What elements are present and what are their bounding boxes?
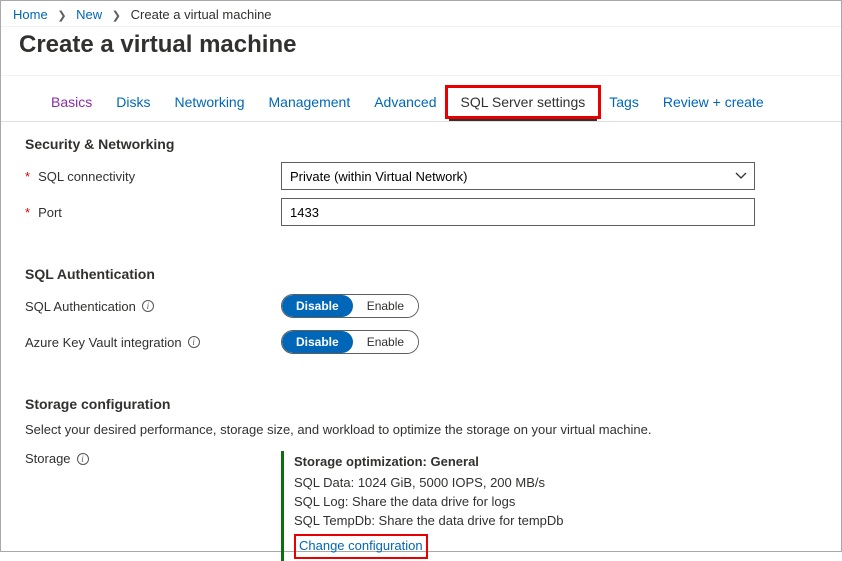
label-port: *Port bbox=[25, 205, 281, 220]
section-sql-authentication: SQL Authentication bbox=[25, 266, 817, 282]
storage-data-line: SQL Data: 1024 GiB, 5000 IOPS, 200 MB/s bbox=[294, 474, 755, 493]
tab-basics[interactable]: Basics bbox=[39, 88, 104, 121]
storage-log-line: SQL Log: Share the data drive for logs bbox=[294, 493, 755, 512]
tab-sql-server-settings[interactable]: SQL Server settings bbox=[449, 88, 598, 121]
tab-review-create[interactable]: Review + create bbox=[651, 88, 776, 121]
toggle-disable[interactable]: Disable bbox=[282, 331, 353, 353]
chevron-right-icon: ❯ bbox=[57, 10, 66, 22]
info-icon[interactable]: i bbox=[77, 453, 89, 465]
input-port[interactable] bbox=[281, 198, 755, 226]
highlight-box: Change configuration bbox=[294, 534, 428, 559]
label-key-vault-integration: Azure Key Vault integration i bbox=[25, 335, 281, 350]
info-icon[interactable]: i bbox=[188, 336, 200, 348]
breadcrumb-current: Create a virtual machine bbox=[131, 7, 272, 22]
info-icon[interactable]: i bbox=[142, 300, 154, 312]
toggle-sql-authentication[interactable]: Disable Enable bbox=[281, 294, 419, 318]
storage-optimization-title: Storage optimization: General bbox=[294, 453, 755, 472]
tab-management[interactable]: Management bbox=[257, 88, 363, 121]
tab-tags[interactable]: Tags bbox=[597, 88, 651, 121]
label-sql-authentication: SQL Authentication i bbox=[25, 299, 281, 314]
label-storage: Storage i bbox=[25, 451, 281, 466]
page-title: Create a virtual machine bbox=[1, 27, 841, 76]
tab-advanced[interactable]: Advanced bbox=[362, 88, 448, 121]
breadcrumb: Home ❯ New ❯ Create a virtual machine bbox=[1, 1, 841, 27]
chevron-right-icon: ❯ bbox=[112, 10, 121, 22]
toggle-key-vault-integration[interactable]: Disable Enable bbox=[281, 330, 419, 354]
breadcrumb-home[interactable]: Home bbox=[13, 7, 48, 22]
label-sql-connectivity: *SQL connectivity bbox=[25, 169, 281, 184]
section-storage-configuration: Storage configuration bbox=[25, 396, 817, 412]
storage-tempdb-line: SQL TempDb: Share the data drive for tem… bbox=[294, 512, 755, 531]
toggle-disable[interactable]: Disable bbox=[282, 295, 353, 317]
section-security-networking: Security & Networking bbox=[25, 136, 817, 152]
storage-summary-panel: Storage optimization: General SQL Data: … bbox=[281, 451, 755, 561]
storage-description: Select your desired performance, storage… bbox=[25, 422, 817, 437]
toggle-enable[interactable]: Enable bbox=[353, 331, 418, 353]
tabs: Basics Disks Networking Management Advan… bbox=[1, 76, 841, 122]
tab-networking[interactable]: Networking bbox=[162, 88, 256, 121]
select-sql-connectivity[interactable] bbox=[281, 162, 755, 190]
change-configuration-link[interactable]: Change configuration bbox=[299, 538, 423, 553]
toggle-enable[interactable]: Enable bbox=[353, 295, 418, 317]
tab-disks[interactable]: Disks bbox=[104, 88, 162, 121]
breadcrumb-new[interactable]: New bbox=[76, 7, 102, 22]
